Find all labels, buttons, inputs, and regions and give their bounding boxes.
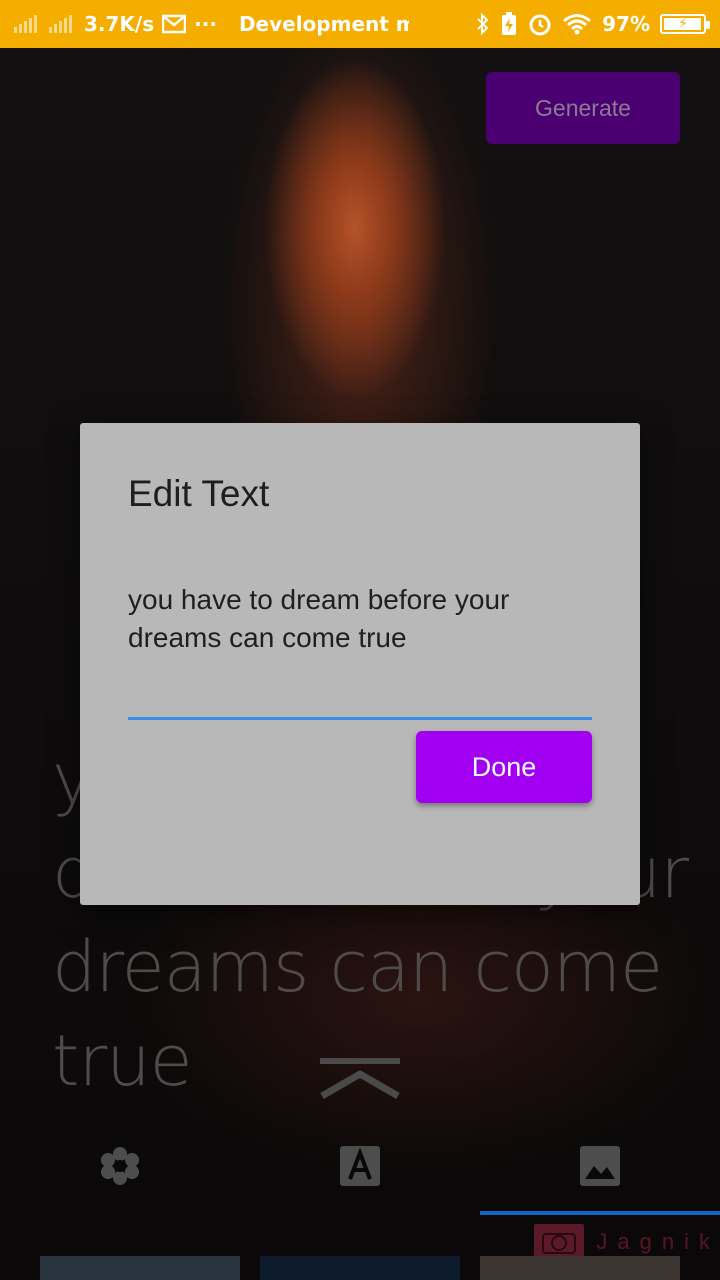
edit-text-dialog: Edit Text you have to dream before your … — [80, 423, 640, 905]
flower-icon[interactable] — [100, 1146, 140, 1186]
battery-percent: 97% — [602, 12, 650, 36]
image-icon[interactable] — [580, 1146, 620, 1186]
generate-button[interactable]: Generate — [486, 72, 680, 144]
chevron-up-icon[interactable] — [318, 1056, 402, 1104]
more-notifications: ··· — [194, 12, 217, 36]
input-underline — [128, 717, 592, 720]
wifi-icon — [563, 14, 592, 35]
alarm-icon — [529, 14, 551, 36]
battery-saver-icon — [502, 12, 517, 35]
thumbnail-2[interactable] — [260, 1256, 460, 1280]
battery-icon: ⚡ — [660, 14, 710, 34]
thumbnail-1[interactable] — [40, 1256, 240, 1280]
signal-icon — [14, 15, 37, 33]
camera-logo-icon — [534, 1224, 585, 1260]
mail-icon — [162, 14, 187, 34]
signal-icon-2 — [49, 15, 72, 33]
watermark-text: Jagnik — [596, 1229, 720, 1254]
text-format-icon[interactable] — [340, 1146, 380, 1186]
status-bar: 3.7K/s ··· Development m 97% ⚡ — [0, 0, 720, 48]
notification-title: Development m — [238, 12, 409, 36]
tab-indicator — [480, 1211, 720, 1215]
thumbnail-3[interactable] — [480, 1256, 680, 1280]
done-button[interactable]: Done — [416, 731, 592, 803]
edit-text-input[interactable]: you have to dream before your dreams can… — [128, 581, 592, 657]
bluetooth-icon — [477, 13, 489, 35]
dialog-title: Edit Text — [128, 473, 270, 514]
network-speed: 3.7K/s — [84, 12, 155, 36]
thumbnail-strip — [0, 1256, 720, 1280]
